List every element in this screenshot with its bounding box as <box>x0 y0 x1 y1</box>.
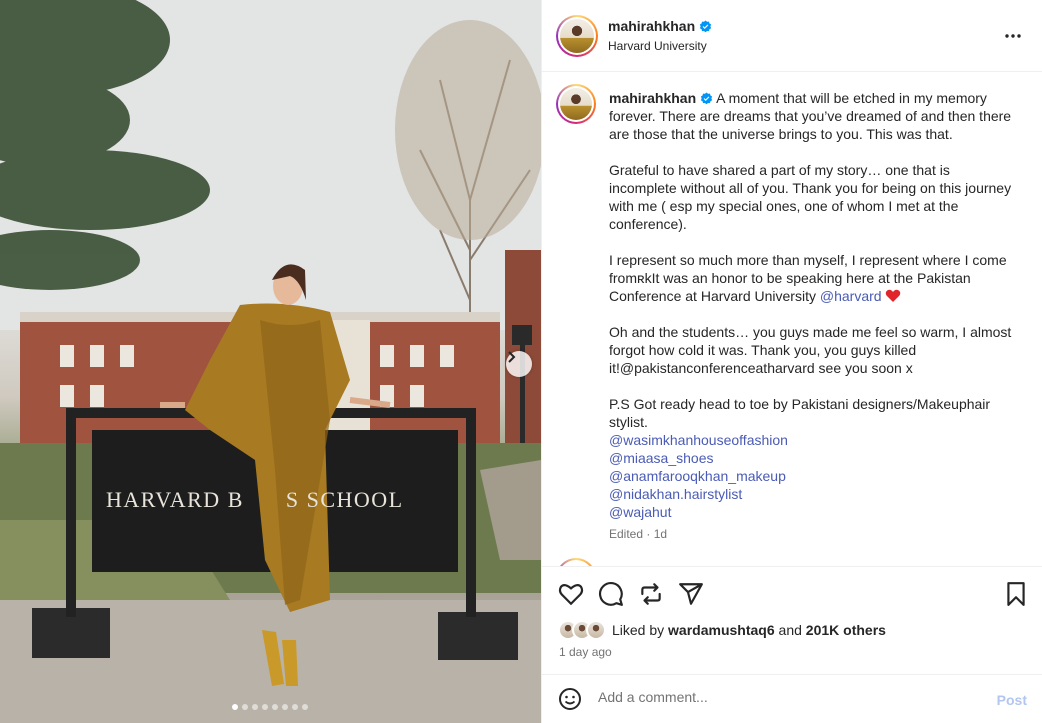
caption-username[interactable]: mahirahkhan <box>609 90 696 106</box>
next-comment-avatar[interactable] <box>556 558 596 566</box>
caption-avatar[interactable] <box>556 84 596 124</box>
carousel-dot <box>272 704 278 710</box>
mention-link[interactable]: @harvard <box>820 288 882 304</box>
liker-username[interactable]: wardamushtaq6 <box>668 622 775 638</box>
liker-avatar[interactable] <box>586 620 606 640</box>
sign-text: HARVARD B S SCHOOL <box>106 487 404 512</box>
action-bar <box>542 566 1042 622</box>
caption-paragraph: Grateful to have shared a part of my sto… <box>609 162 1012 232</box>
mention-link[interactable]: @wajahut <box>609 503 1013 521</box>
mention-link[interactable]: @miaasa_shoes <box>609 449 1013 467</box>
repost-icon[interactable] <box>638 581 664 607</box>
red-heart-emoji <box>886 289 901 302</box>
mention-link[interactable]: @nidakhan.hairstylist <box>609 485 1013 503</box>
carousel-dot <box>232 704 238 710</box>
verified-badge-icon <box>700 92 713 105</box>
caption-paragraph: P.S Got ready head to toe by Pakistani d… <box>609 396 991 430</box>
header-avatar[interactable] <box>556 15 598 57</box>
carousel-dot <box>242 704 248 710</box>
emoji-icon[interactable] <box>558 687 582 711</box>
comment-icon[interactable] <box>598 581 624 607</box>
location-link[interactable]: Harvard University <box>608 39 707 53</box>
more-options-icon <box>1005 34 1021 38</box>
mention-link[interactable]: @anamfarooqkhan_makeup <box>609 467 1013 485</box>
post-comment-button[interactable]: Post <box>997 692 1027 708</box>
post-header: mahirahkhan Harvard University <box>542 0 1042 72</box>
avatar-image <box>560 19 594 53</box>
more-options-button[interactable] <box>1004 27 1022 50</box>
carousel-dot <box>262 704 268 710</box>
carousel-dot <box>302 704 308 710</box>
next-photo-button[interactable] <box>506 351 532 377</box>
likes-summary: Liked by wardamushtaq6 and 201K others <box>558 620 886 640</box>
comment-input[interactable] <box>598 689 978 705</box>
caption-paragraph: Oh and the students… you guys made me fe… <box>609 324 1012 376</box>
caption-scroll-area[interactable]: mahirahkhan A moment that will be etched… <box>542 72 1042 566</box>
post-time[interactable]: 1 day ago <box>559 645 612 659</box>
verified-badge-icon <box>700 20 712 32</box>
username-text[interactable]: mahirahkhan <box>608 18 695 34</box>
carousel-dot <box>252 704 258 710</box>
post-panel: mahirahkhan Harvard University mahirahkh… <box>541 0 1042 723</box>
likes-connector: and <box>778 622 802 638</box>
carousel-dot <box>282 704 288 710</box>
heart-icon[interactable] <box>558 581 584 607</box>
post-image-illustration <box>0 0 541 723</box>
carousel-dot <box>292 704 298 710</box>
caption-text: mahirahkhan A moment that will be etched… <box>609 89 1013 543</box>
edited-label: Edited · 1d <box>609 527 668 541</box>
carousel-dots <box>232 704 308 710</box>
send-icon[interactable] <box>678 581 704 607</box>
avatar-image <box>560 88 592 120</box>
likes-count[interactable]: 201K others <box>806 622 886 638</box>
comment-bar: Post <box>542 674 1042 723</box>
caption-paragraph: I represent so much more than myself, I … <box>609 252 1007 304</box>
bookmark-icon[interactable] <box>1003 581 1029 607</box>
post-photo[interactable]: HARVARD B S SCHOOL <box>0 0 541 723</box>
likes-prefix: Liked by <box>612 622 665 638</box>
header-username[interactable]: mahirahkhan <box>608 18 712 34</box>
mention-link[interactable]: @wasimkhanhouseoffashion <box>609 431 1013 449</box>
likes-text: Liked by wardamushtaq6 and 201K others <box>612 622 886 638</box>
chevron-right-icon <box>508 351 516 363</box>
